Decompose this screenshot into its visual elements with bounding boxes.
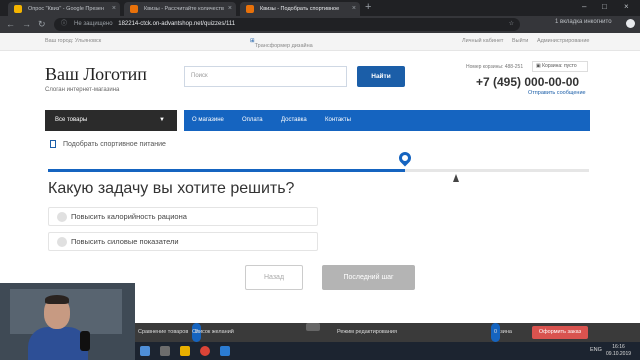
quiz-progress-track bbox=[48, 149, 589, 172]
back-button[interactable]: Назад bbox=[245, 265, 303, 290]
app-icon[interactable] bbox=[220, 346, 230, 356]
site-logo[interactable]: Ваш Логотип bbox=[45, 64, 147, 85]
slides-icon bbox=[14, 5, 22, 13]
address-bar[interactable]: ⓘ Не защищено 182214-ctck.on-advantshop.… bbox=[54, 18, 520, 31]
chrome-icon[interactable] bbox=[200, 346, 210, 356]
quiz-progress-fill bbox=[48, 169, 406, 172]
search-button[interactable]: Найти bbox=[357, 66, 405, 87]
cart-count-badge: 0 bbox=[491, 323, 501, 342]
send-message-link[interactable]: Отправить сообщение bbox=[528, 90, 586, 96]
windows-start-icon[interactable] bbox=[140, 346, 150, 356]
microphone-icon bbox=[80, 331, 90, 351]
browser-tab-strip: Опрос "Квиз" - Google Презен × Квизы - Р… bbox=[0, 0, 640, 16]
edit-mode-toggle-icon[interactable] bbox=[306, 323, 320, 331]
logout-link[interactable]: Выйти bbox=[512, 38, 528, 44]
browser-tab-3-active[interactable]: Квизы - Подобрать спортивное × bbox=[240, 2, 360, 16]
quiz-option[interactable]: Повысить силовые показатели bbox=[48, 232, 318, 251]
clock-date: 09.10.2019 bbox=[606, 351, 632, 357]
webcam-overlay bbox=[0, 283, 135, 360]
browser-tab-title: Опрос "Квиз" - Google Презен bbox=[28, 6, 104, 12]
incognito-icon[interactable] bbox=[626, 19, 635, 28]
document-icon bbox=[50, 140, 56, 148]
design-transformer-link[interactable]: ⊞ Трансформер дизайна bbox=[250, 38, 313, 49]
info-icon[interactable]: ⓘ bbox=[61, 18, 67, 31]
mouse-cursor-icon bbox=[453, 174, 459, 182]
radio-button[interactable] bbox=[57, 212, 67, 222]
chevron-down-icon: ▼ bbox=[159, 117, 165, 123]
back-arrow-icon[interactable]: ← bbox=[6, 19, 15, 29]
forward-arrow-icon[interactable]: → bbox=[22, 19, 31, 29]
edit-mode-label[interactable]: Режим редактирования bbox=[337, 323, 397, 342]
browser-tab-title: Квизы - Подобрать спортивное bbox=[260, 6, 340, 12]
main-menu: О магазине Оплата Доставка Контакты bbox=[184, 110, 590, 131]
menu-item-payment[interactable]: Оплата bbox=[242, 110, 263, 131]
checkout-button[interactable]: Оформить заказ bbox=[532, 326, 588, 339]
incognito-label: 1 вкладка инкогнито bbox=[555, 19, 612, 25]
close-icon[interactable]: × bbox=[228, 2, 232, 16]
progress-marker-icon bbox=[396, 149, 414, 167]
last-step-button[interactable]: Последний шаг bbox=[322, 265, 415, 290]
wishlist-label: Список желаний bbox=[192, 329, 234, 335]
quiz-option-label: Повысить силовые показатели bbox=[71, 237, 179, 246]
menu-item-contacts[interactable]: Контакты bbox=[325, 110, 351, 131]
presenter-shirt bbox=[28, 327, 88, 360]
browser-tab-2[interactable]: Квизы - Рассчитайте количеств × bbox=[124, 2, 236, 16]
browser-toolbar: ← → ↻ ⓘ Не защищено 182214-ctck.on-advan… bbox=[0, 16, 640, 33]
system-clock[interactable]: 16:16 09.10.2019 bbox=[606, 344, 631, 358]
city-selector[interactable]: Ваш город: Ульяновск bbox=[45, 38, 101, 44]
close-icon[interactable]: × bbox=[352, 2, 356, 16]
account-link[interactable]: Личный кабинет bbox=[462, 38, 503, 44]
not-secure-label: Не защищено bbox=[74, 21, 113, 27]
menu-item-about[interactable]: О магазине bbox=[192, 110, 224, 131]
presenter-hair bbox=[45, 295, 69, 304]
browser-tab-title: Квизы - Рассчитайте количеств bbox=[144, 6, 224, 12]
catalog-label: Все товары bbox=[55, 117, 88, 123]
close-window-button[interactable]: × bbox=[624, 2, 629, 11]
file-explorer-icon[interactable] bbox=[180, 346, 190, 356]
url-text[interactable]: 182214-ctck.on-advantshop.net/quizzes/11… bbox=[118, 21, 235, 27]
compare-link[interactable]: Сравнение товаров bbox=[138, 323, 188, 342]
design-transformer-label: Трансформер дизайна bbox=[254, 43, 313, 49]
clock-time: 16:16 bbox=[612, 344, 625, 350]
cart-link[interactable]: ▣ Корзина: пусто bbox=[532, 61, 588, 72]
screen: Опрос "Квиз" - Google Презен × Квизы - Р… bbox=[0, 0, 640, 360]
language-indicator[interactable]: ENG bbox=[590, 347, 602, 353]
minimize-button[interactable]: – bbox=[582, 2, 586, 11]
menu-item-delivery[interactable]: Доставка bbox=[281, 110, 307, 131]
site-slogan: Слоган интернет-магазина bbox=[45, 87, 120, 93]
cart-number: Номер корзины: 488-251 bbox=[466, 64, 524, 70]
site-favicon-icon bbox=[246, 5, 254, 13]
cart-label: Корзина: пусто bbox=[542, 63, 577, 69]
search-input[interactable]: Поиск bbox=[184, 66, 347, 87]
new-tab-button[interactable]: + bbox=[365, 1, 371, 13]
close-icon[interactable]: × bbox=[112, 2, 116, 16]
browser-tab-1[interactable]: Опрос "Квиз" - Google Презен × bbox=[8, 2, 120, 16]
admin-link[interactable]: Администрирование bbox=[537, 38, 589, 44]
catalog-dropdown[interactable]: Все товары ▼ bbox=[45, 110, 177, 131]
quiz-question: Какую задачу вы хотите решить? bbox=[48, 180, 295, 197]
site-favicon-icon bbox=[130, 5, 138, 13]
quiz-breadcrumb: Подобрать спортивное питание bbox=[63, 141, 166, 148]
maximize-button[interactable]: □ bbox=[602, 2, 607, 11]
site-top-strip: Ваш город: Ульяновск ⊞ Трансформер дизай… bbox=[0, 33, 640, 51]
star-icon[interactable]: ☆ bbox=[509, 18, 514, 31]
radio-button[interactable] bbox=[57, 237, 67, 247]
search-icon[interactable] bbox=[160, 346, 170, 356]
phone-number: +7 (495) 000-00-00 bbox=[476, 75, 580, 89]
quiz-option[interactable]: Повысить калорийность рациона bbox=[48, 207, 318, 226]
reload-icon[interactable]: ↻ bbox=[38, 19, 46, 30]
quiz-option-label: Повысить калорийность рациона bbox=[71, 212, 187, 221]
